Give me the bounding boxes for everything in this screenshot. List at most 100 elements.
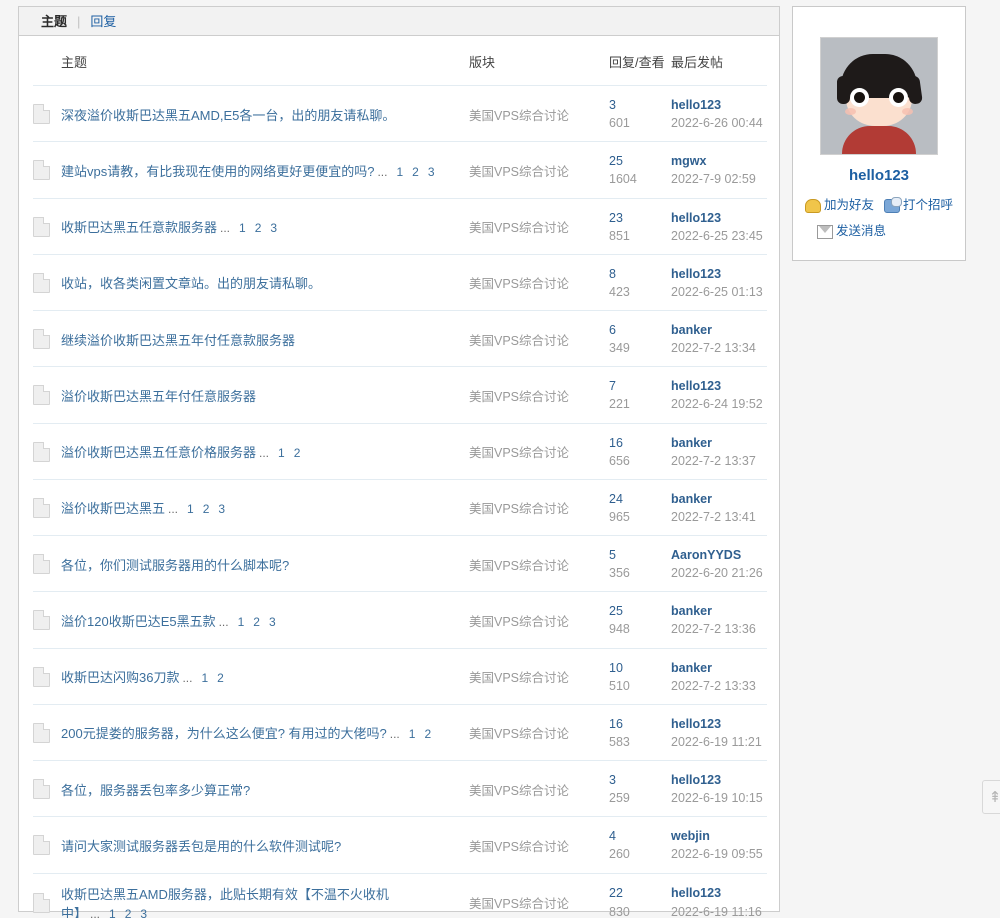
forum-link[interactable]: 美国VPS综合讨论 <box>469 840 569 854</box>
forum-link[interactable]: 美国VPS综合讨论 <box>469 615 569 629</box>
thread-page-link[interactable]: 1 <box>239 221 246 235</box>
thread-page-link[interactable]: 2 <box>125 907 132 918</box>
thread-page-link[interactable]: 1 <box>187 502 194 516</box>
last-post-author[interactable]: banker <box>671 602 767 620</box>
forum-link[interactable]: 美国VPS综合讨论 <box>469 277 569 291</box>
thread-title-link[interactable]: 各位，你们测试服务器用的什么脚本呢? <box>61 558 289 573</box>
page-ellipsis: ... <box>218 614 229 629</box>
forum-link[interactable]: 美国VPS综合讨论 <box>469 727 569 741</box>
last-post-author[interactable]: hello123 <box>671 715 767 733</box>
thread-page-link[interactable]: 3 <box>140 907 147 918</box>
last-post-author[interactable]: hello123 <box>671 209 767 227</box>
thread-page-link[interactable]: 3 <box>218 502 225 516</box>
forum-link[interactable]: 美国VPS综合讨论 <box>469 671 569 685</box>
tab-threads[interactable]: 主题 <box>31 7 77 36</box>
thread-title-link[interactable]: 溢价收斯巴达黑五任意价格服务器 <box>61 445 256 460</box>
reply-count[interactable]: 25 <box>609 152 671 170</box>
thread-title-link[interactable]: 收斯巴达闪购36刀款 <box>61 670 179 685</box>
forum-thread-list-page: 主题 | 回复 主题 版块 回复/查看 最后发帖 深夜溢价收斯巴达黑五AMD,E… <box>0 0 1000 918</box>
last-post-author[interactable]: banker <box>671 321 767 339</box>
last-post-author[interactable]: banker <box>671 434 767 452</box>
avatar-cheek-right <box>902 108 913 115</box>
thread-page-link[interactable]: 2 <box>217 671 224 685</box>
last-post-author[interactable]: AaronYYDS <box>671 546 767 564</box>
thread-title-link[interactable]: 溢价收斯巴达黑五 <box>61 501 165 516</box>
thread-title-link[interactable]: 建站vps请教，有比我现在使用的网络更好更便宜的吗? <box>61 164 374 179</box>
say-hello-link[interactable]: 打个招呼 <box>884 194 953 216</box>
table-row: 各位，服务器丢包率多少算正常? 美国VPS综合讨论 3 259 hello123 2022… <box>33 760 767 818</box>
add-friend-link[interactable]: 加为好友 <box>804 194 874 216</box>
avatar[interactable] <box>820 37 938 155</box>
say-hello-label: 打个招呼 <box>903 198 954 212</box>
forum-link[interactable]: 美国VPS综合讨论 <box>469 784 569 798</box>
thread-page-link[interactable]: 2 <box>255 221 262 235</box>
back-to-top-button[interactable]: ⇞ <box>982 780 1000 814</box>
forum-link[interactable]: 美国VPS综合讨论 <box>469 221 569 235</box>
thread-page-link[interactable]: 2 <box>294 446 301 460</box>
forum-cell: 美国VPS综合讨论 <box>469 648 609 705</box>
thread-page-link[interactable]: 1 <box>238 615 245 629</box>
forum-link[interactable]: 美国VPS综合讨论 <box>469 109 569 123</box>
username[interactable]: hello123 <box>803 167 955 184</box>
last-post-author[interactable]: banker <box>671 659 767 677</box>
last-post-author[interactable]: hello123 <box>671 884 767 902</box>
reply-count[interactable]: 24 <box>609 490 671 508</box>
thread-page-link[interactable]: 3 <box>428 165 435 179</box>
thread-page-link[interactable]: 3 <box>269 615 276 629</box>
reply-count[interactable]: 3 <box>609 96 671 114</box>
send-message-link[interactable]: 发送消息 <box>817 220 886 242</box>
reply-count[interactable]: 5 <box>609 546 671 564</box>
avatar-cheek-left <box>845 108 856 115</box>
reply-count[interactable]: 6 <box>609 321 671 339</box>
thread-page-link[interactable]: 2 <box>412 165 419 179</box>
thread-title-link[interactable]: 请问大家测试服务器丢包是用的什么软件测试呢? <box>61 839 341 854</box>
forum-link[interactable]: 美国VPS综合讨论 <box>469 334 569 348</box>
thread-title-link[interactable]: 收斯巴达黑五任意款服务器 <box>61 220 217 235</box>
thread-page-link[interactable]: 1 <box>201 671 208 685</box>
last-post-author[interactable]: webjin <box>671 827 767 845</box>
reply-count[interactable]: 8 <box>609 265 671 283</box>
thread-page-link[interactable]: 2 <box>253 615 260 629</box>
last-post-time: 2022-7-9 02:59 <box>671 172 756 187</box>
reply-count[interactable]: 10 <box>609 659 671 677</box>
thread-page-link[interactable]: 2 <box>424 727 431 741</box>
thread-page-link[interactable]: 1 <box>278 446 285 460</box>
reply-count[interactable]: 4 <box>609 827 671 845</box>
forum-link[interactable]: 美国VPS综合讨论 <box>469 502 569 516</box>
forum-link[interactable]: 美国VPS综合讨论 <box>469 165 569 179</box>
reply-count[interactable]: 16 <box>609 715 671 733</box>
tab-replies[interactable]: 回复 <box>80 7 126 36</box>
last-post-author[interactable]: mgwx <box>671 152 767 170</box>
last-post-author[interactable]: banker <box>671 490 767 508</box>
reply-count[interactable]: 16 <box>609 434 671 452</box>
reply-count[interactable]: 3 <box>609 771 671 789</box>
forum-link[interactable]: 美国VPS综合讨论 <box>469 897 569 911</box>
thread-title-link[interactable]: 继续溢价收斯巴达黑五年付任意款服务器 <box>61 333 295 348</box>
last-post-author[interactable]: hello123 <box>671 377 767 395</box>
table-row: 溢价收斯巴达黑五年付任意服务器 美国VPS综合讨论 7 221 hello123 2022… <box>33 366 767 424</box>
thread-title-link[interactable]: 200元提娄的服务器，为什么这么便宜? 有用过的大佬吗? <box>61 726 387 741</box>
thread-title-cell: 各位，服务器丢包率多少算正常? <box>61 760 469 818</box>
last-post-author[interactable]: hello123 <box>671 771 767 789</box>
thread-page-link[interactable]: 3 <box>270 221 277 235</box>
avatar-body <box>842 126 916 154</box>
thread-title-link[interactable]: 溢价收斯巴达黑五年付任意服务器 <box>61 389 256 404</box>
thread-page-link[interactable]: 1 <box>109 907 116 918</box>
last-post-author[interactable]: hello123 <box>671 265 767 283</box>
thread-title-link[interactable]: 溢价120收斯巴达E5黑五款 <box>61 614 216 629</box>
reply-count[interactable]: 22 <box>609 884 671 902</box>
last-post-author[interactable]: hello123 <box>671 96 767 114</box>
thread-page-link[interactable]: 1 <box>396 165 403 179</box>
thread-page-link[interactable]: 1 <box>409 727 416 741</box>
reply-count[interactable]: 23 <box>609 209 671 227</box>
thread-title-link[interactable]: 各位，服务器丢包率多少算正常? <box>61 783 250 798</box>
thread-doc-icon <box>33 104 50 125</box>
thread-page-link[interactable]: 2 <box>203 502 210 516</box>
reply-count[interactable]: 25 <box>609 602 671 620</box>
thread-title-link[interactable]: 收站，收各类闲置文章站。出的朋友请私聊。 <box>61 276 321 291</box>
thread-title-link[interactable]: 深夜溢价收斯巴达黑五AMD,E5各一台，出的朋友请私聊。 <box>61 108 395 123</box>
reply-count[interactable]: 7 <box>609 377 671 395</box>
forum-link[interactable]: 美国VPS综合讨论 <box>469 559 569 573</box>
forum-link[interactable]: 美国VPS综合讨论 <box>469 446 569 460</box>
forum-link[interactable]: 美国VPS综合讨论 <box>469 390 569 404</box>
